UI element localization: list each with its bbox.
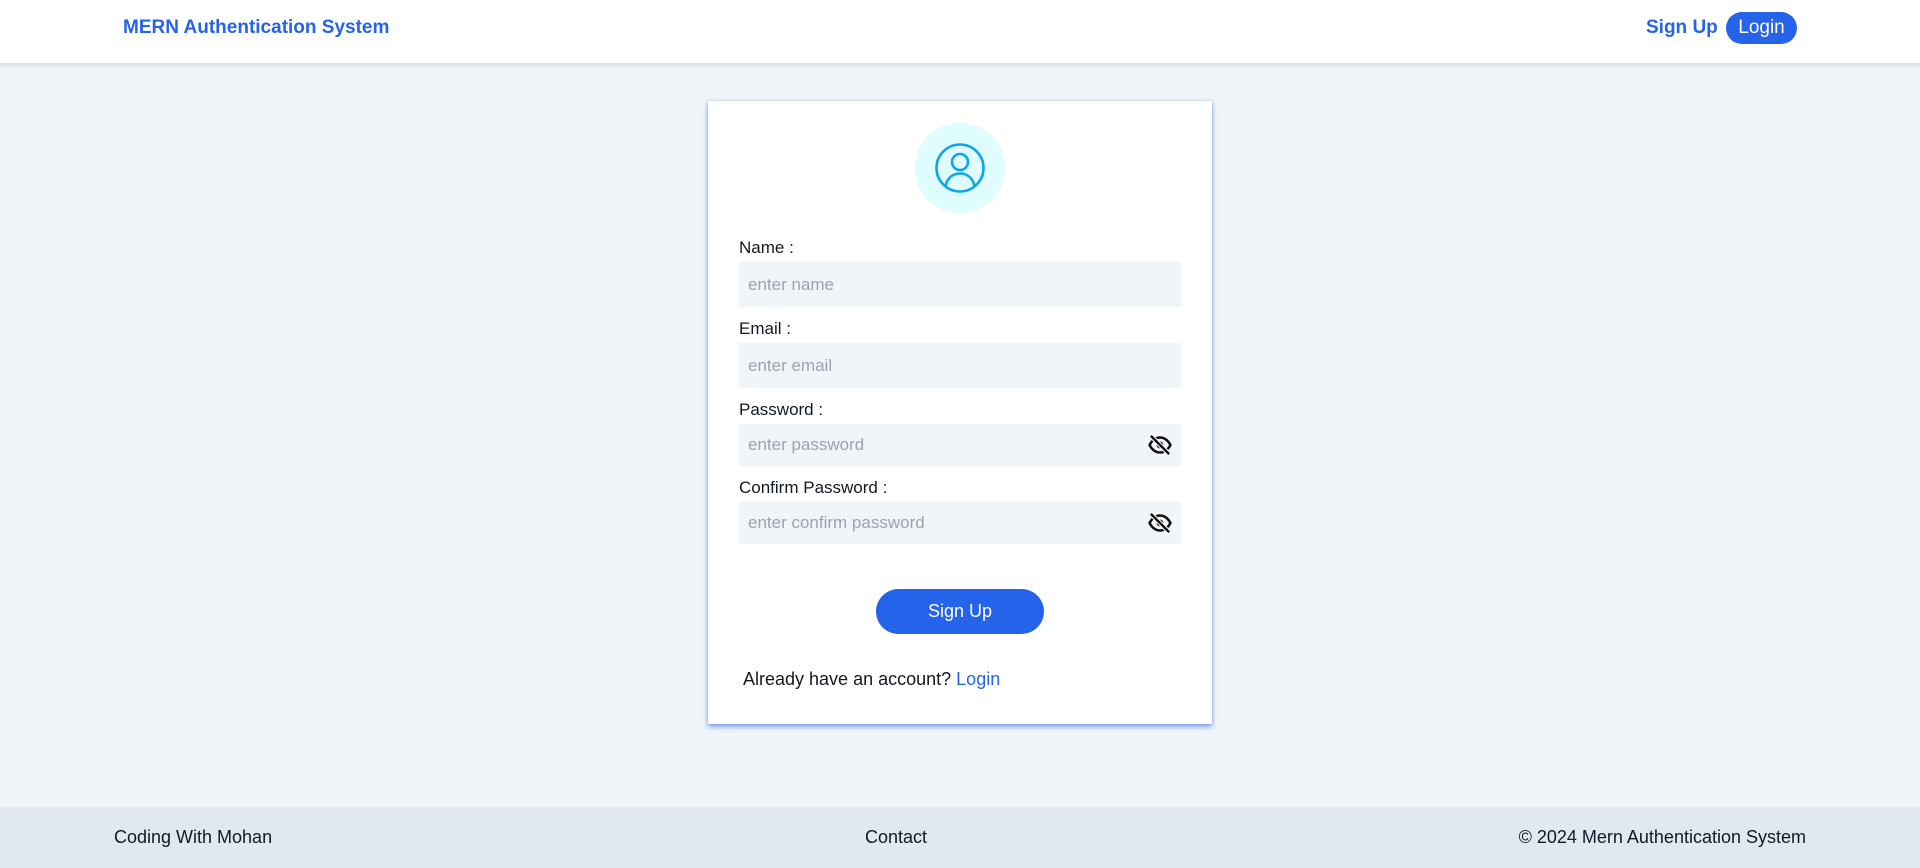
email-field-box: [739, 343, 1181, 388]
confirm-password-field-box: [739, 502, 1181, 544]
avatar: [915, 123, 1005, 213]
password-input[interactable]: [739, 424, 1181, 466]
signup-card: Name : Email : Password : Confirm Passwo…: [708, 101, 1212, 724]
login-prompt: Already have an account? Login: [743, 669, 1000, 690]
email-label: Email :: [739, 319, 791, 338]
confirm-password-input[interactable]: [739, 502, 1181, 544]
name-field-box: [739, 262, 1181, 307]
nav-signup-link[interactable]: Sign Up: [1646, 17, 1718, 39]
brand-title[interactable]: MERN Authentication System: [123, 17, 389, 39]
password-label: Password :: [739, 400, 824, 419]
name-input[interactable]: [739, 262, 1181, 307]
password-visibility-toggle[interactable]: [1147, 432, 1173, 458]
signup-submit-button[interactable]: Sign Up: [876, 589, 1044, 634]
footer-author: Coding With Mohan: [114, 827, 273, 847]
eye-slash-icon: [1148, 434, 1172, 456]
user-circle-icon: [935, 143, 985, 193]
top-navbar: MERN Authentication System Sign Up Login: [0, 0, 1920, 63]
confirm-password-label: Confirm Password :: [739, 478, 888, 497]
footer: Coding With Mohan Contact © 2024 Mern Au…: [0, 807, 1920, 868]
password-field-box: [739, 424, 1181, 466]
login-link[interactable]: Login: [956, 669, 1000, 689]
name-label: Name :: [739, 238, 794, 257]
confirm-password-visibility-toggle[interactable]: [1147, 510, 1173, 536]
nav-login-button[interactable]: Login: [1726, 12, 1797, 44]
footer-contact-link[interactable]: Contact: [865, 827, 927, 848]
email-input[interactable]: [739, 343, 1181, 388]
login-prompt-text: Already have an account?: [743, 669, 952, 689]
footer-copyright: © 2024 Mern Authentication System: [1518, 827, 1806, 847]
eye-slash-icon: [1148, 512, 1172, 534]
